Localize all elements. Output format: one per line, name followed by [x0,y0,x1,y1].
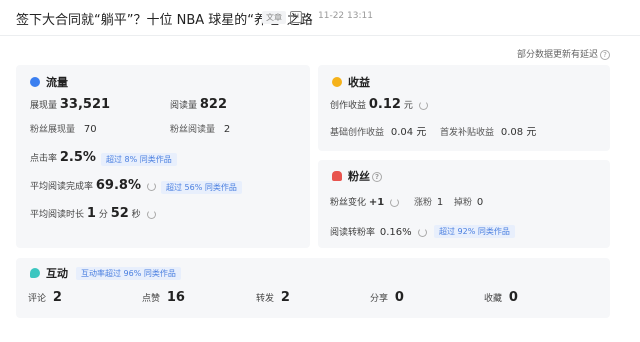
completion-badge: 超过 56% 同类作品 [161,181,242,194]
reads-metric: 阅读量 822 [170,97,228,112]
comments-metric: 评论 2 [28,290,62,305]
chat-icon [30,268,40,278]
ctr-metric: 点击率 2.5% [30,150,96,165]
creation-income-metric: 创作收益 0.12 元 [330,97,428,112]
reposts-metric: 转发 2 [256,290,290,305]
read-to-fan-metric: 阅读转粉率 0.16% [330,225,427,238]
ctr-badge: 超过 8% 同类作品 [101,153,177,166]
refresh-icon[interactable] [146,182,156,191]
ai-tag-icon: AI [290,11,302,23]
refresh-icon[interactable] [417,228,427,237]
fans-title: 粉丝? [348,168,382,184]
publish-time: 11-22 13:11 [318,11,373,21]
impressions-value: 33,521 [59,97,111,112]
refresh-icon[interactable] [146,210,156,219]
traffic-title: 流量 [46,76,68,89]
impressions-metric: 展现量 33,521 [30,97,111,112]
income-card: 收益 创作收益 0.12 元 基础创作收益 0.04 元 首发补贴收益 0.08… [318,65,610,151]
article-header: 签下大合同就“躺平”？十位 NBA 球星的“养老”之路 文章 AI 11-22 … [0,0,640,36]
fans-card: 粉丝? 粉丝变化 +1 涨粉 1 掉粉 0 阅读转粉率 0.16% 超过 92%… [318,160,610,248]
creation-income-value: 0.12 [368,97,401,112]
refresh-icon[interactable] [390,198,400,207]
interaction-title: 互动 [46,267,68,280]
fans-loss-metric: 掉粉 0 [454,197,484,208]
duration-metric: 平均阅读时长 1 分 52 秒 [30,206,156,221]
subsidy-income-metric: 首发补贴收益 0.08 元 [440,127,537,138]
completion-metric: 平均阅读完成率 69.8% [30,178,156,193]
help-icon[interactable]: ? [372,172,382,182]
reads-value: 822 [199,97,228,112]
fans-gain-metric: 涨粉 1 [414,197,444,208]
interaction-card: 互动 互动率超过 96% 同类作品 评论 2 点赞 16 转发 2 分享 0 收… [16,258,610,318]
refresh-icon[interactable] [418,101,428,110]
read-to-fan-badge: 超过 92% 同类作品 [434,225,515,238]
data-delay-note: 部分数据更新有延迟? [517,47,610,60]
interaction-badge: 互动率超过 96% 同类作品 [76,267,181,280]
fan-reads-metric: 粉丝阅读量 2 [170,124,231,135]
help-icon[interactable]: ? [600,49,610,60]
ctr-value: 2.5% [59,150,96,165]
base-income-metric: 基础创作收益 0.04 元 [330,127,427,138]
completion-value: 69.8% [95,178,141,193]
article-type-tag: 文章 [262,11,286,24]
traffic-card: 流量 展现量 33,521 阅读量 822 粉丝展现量 70 粉丝阅读量 2 点… [16,65,310,248]
fans-change-metric: 粉丝变化 +1 [330,195,400,208]
shares-metric: 分享 0 [370,290,404,305]
favorites-metric: 收藏 0 [484,290,518,305]
traffic-icon [30,77,40,87]
coin-icon [332,77,342,87]
income-title: 收益 [348,76,370,89]
person-icon [332,171,342,181]
likes-metric: 点赞 16 [142,290,185,305]
fan-impressions-metric: 粉丝展现量 70 [30,124,97,135]
